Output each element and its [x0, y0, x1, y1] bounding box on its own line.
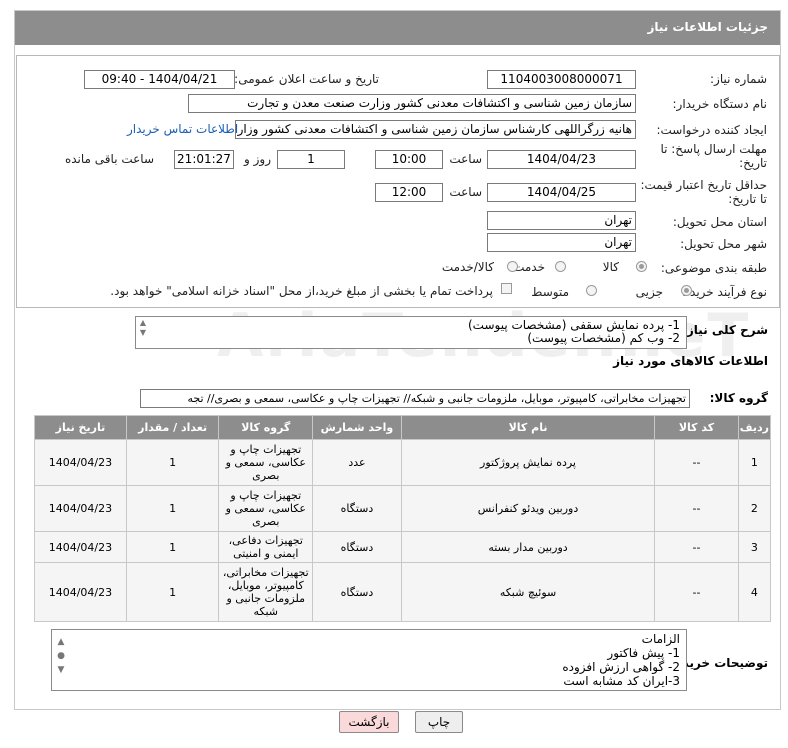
cell-row: 4	[737, 562, 772, 622]
category-radio-service[interactable]	[555, 261, 566, 272]
cell-qty: 1	[125, 485, 220, 532]
notes-line: 2- گواهی ارزش افزوده	[562, 660, 680, 674]
category-label: طبقه بندی موضوعی:	[660, 261, 767, 275]
cell-unit: دستگاه	[312, 531, 402, 563]
requester-field[interactable]: هانیه زرگراللهی کارشناس سازمان زمین شناس…	[235, 120, 636, 139]
process-medium-label: متوسط	[531, 285, 569, 299]
category-radio-goods[interactable]	[636, 261, 647, 272]
details-panel: جزئیات اطلاعات نیاز AriaTender.neT شماره…	[14, 10, 781, 710]
back-button[interactable]: بازگشت	[339, 711, 399, 733]
province-label: استان محل تحویل:	[672, 215, 767, 229]
need-number-field[interactable]: 1104003008000071	[487, 70, 636, 89]
cell-code: --	[654, 531, 739, 563]
table-row[interactable]: 3 -- دوربین مدار بسته دستگاه تجهیزات دفا…	[34, 531, 772, 563]
cell-qty: 1	[125, 439, 220, 486]
cell-row: 3	[737, 531, 772, 563]
table-row[interactable]: 2 -- دوربین ویدئو کنفرانس دستگاه تجهیزات…	[34, 485, 772, 532]
category-goods-service-label: کالا/خدمت	[441, 260, 494, 274]
col-header-qty: تعداد / مقدار	[125, 415, 220, 440]
notes-line: الزامات	[641, 632, 680, 646]
buyer-contact-link[interactable]: اطلاعات تماس خریدار	[127, 122, 238, 136]
treasury-payment-checkbox[interactable]	[501, 283, 512, 294]
col-header-name: نام کالا	[400, 415, 656, 440]
goods-group-label: گروه کالا:	[709, 391, 768, 405]
buyer-notes-textarea[interactable]: الزامات 1- پیش فاکتور 2- گواهی ارزش افزو…	[51, 629, 687, 691]
cell-date: 1404/04/23	[34, 531, 127, 563]
cell-qty: 1	[125, 562, 220, 622]
cell-name: سوئیچ شبکه	[400, 562, 656, 622]
cell-name: دوربین مدار بسته	[400, 531, 656, 563]
cell-unit: دستگاه	[312, 485, 402, 532]
reply-deadline-label-1: مهلت ارسال پاسخ: تا	[660, 142, 767, 156]
scroll-up-icon[interactable]: ▲ ● ▼	[55, 635, 67, 677]
cell-name: پرده نمایش پروژکتور	[400, 439, 656, 486]
buyer-org-field[interactable]: سازمان زمین شناسی و اکتشافات معدنی کشور …	[188, 94, 636, 113]
remaining-label: ساعت باقی مانده	[64, 152, 154, 166]
announce-datetime-field[interactable]: 1404/04/21 - 09:40	[84, 70, 235, 89]
cell-code: --	[654, 485, 739, 532]
cell-group: تجهیزات دفاعی، ایمنی و امنیتی	[218, 531, 314, 563]
city-label: شهر محل تحویل:	[680, 237, 767, 251]
buyer-org-label: نام دستگاه خریدار:	[672, 97, 768, 111]
reply-time-label: ساعت	[449, 152, 482, 166]
goods-table: ردیف کد کالا نام کالا واحد شمارش گروه کا…	[34, 415, 772, 622]
scroll-up-icon[interactable]: ▲ ▼	[137, 318, 149, 338]
cell-date: 1404/04/23	[34, 485, 127, 532]
goods-group-field[interactable]: تجهیزات مخابراتی، کامپیوتر، موبایل، ملزو…	[140, 389, 690, 408]
treasury-payment-note: پرداخت تمام یا بخشی از مبلغ خرید،از محل …	[110, 284, 493, 298]
cell-row: 1	[737, 439, 772, 486]
price-date-field[interactable]: 1404/04/25	[487, 183, 636, 202]
cell-date: 1404/04/23	[34, 562, 127, 622]
print-button[interactable]: چاپ	[415, 711, 463, 733]
table-row[interactable]: 4 -- سوئیچ شبکه دستگاه تجهیزات مخابراتی،…	[34, 562, 772, 622]
goods-info-heading: اطلاعات کالاهای مورد نیاز	[613, 354, 768, 368]
table-row[interactable]: 1 -- پرده نمایش پروژکتور عدد تجهیزات چاپ…	[34, 439, 772, 486]
reply-deadline-label-2: تاریخ:	[739, 156, 767, 170]
cell-date: 1404/04/23	[34, 439, 127, 486]
description-textarea[interactable]: 1- پرده نمایش سقفی (مشخصات پیوست) 2- وب …	[135, 316, 687, 349]
remaining-time-field[interactable]: 21:01:27	[174, 150, 234, 169]
process-radio-minor[interactable]	[681, 285, 692, 296]
cell-code: --	[654, 562, 739, 622]
cell-name: دوربین ویدئو کنفرانس	[400, 485, 656, 532]
description-line: 2- وب کم (مشخصات پیوست)	[527, 331, 680, 345]
notes-line: 3-ایران کد مشابه است	[563, 674, 680, 688]
cell-qty: 1	[125, 531, 220, 563]
cell-unit: عدد	[312, 439, 402, 486]
days-and-label: روز و	[244, 152, 271, 166]
col-header-row: ردیف	[737, 415, 772, 440]
price-validity-label-2: تا تاریخ:	[728, 192, 767, 206]
city-field[interactable]: تهران	[487, 233, 636, 252]
page-title: جزئیات اطلاعات نیاز	[15, 11, 780, 45]
process-radio-medium[interactable]	[586, 285, 597, 296]
announce-datetime-label: تاریخ و ساعت اعلان عمومی:	[234, 72, 379, 86]
category-goods-label: کالا	[602, 260, 619, 274]
cell-code: --	[654, 439, 739, 486]
col-header-date: تاریخ نیاز	[34, 415, 127, 440]
reply-date-field[interactable]: 1404/04/23	[487, 150, 636, 169]
process-minor-label: جزیی	[635, 285, 663, 299]
cell-group: تجهیزات چاپ و عکاسی، سمعی و بصری	[218, 439, 314, 486]
col-header-code: کد کالا	[654, 415, 739, 440]
cell-group: تجهیزات چاپ و عکاسی، سمعی و بصری	[218, 485, 314, 532]
process-type-label: نوع فرآیند خرید :	[682, 285, 767, 299]
cell-row: 2	[737, 485, 772, 532]
col-header-unit: واحد شمارش	[312, 415, 402, 440]
reply-time-field[interactable]: 10:00	[375, 150, 443, 169]
province-field[interactable]: تهران	[487, 211, 636, 230]
cell-group: تجهیزات مخابراتی، کامپیوتر، موبایل، ملزو…	[218, 562, 314, 622]
col-header-group: گروه کالا	[218, 415, 314, 440]
reply-days-field[interactable]: 1	[277, 150, 345, 169]
price-time-field[interactable]: 12:00	[375, 183, 443, 202]
price-time-label: ساعت	[449, 185, 482, 199]
description-label: شرح کلی نیاز:	[682, 323, 768, 337]
cell-unit: دستگاه	[312, 562, 402, 622]
need-number-label: شماره نیاز:	[710, 72, 767, 86]
notes-line: 1- پیش فاکتور	[607, 646, 680, 660]
requester-label: ایجاد کننده درخواست:	[656, 123, 767, 137]
table-header-row: ردیف کد کالا نام کالا واحد شمارش گروه کا…	[34, 415, 772, 440]
category-radio-goods-service[interactable]	[507, 261, 518, 272]
price-validity-label-1: حداقل تاریخ اعتبار قیمت:	[640, 178, 767, 192]
need-info-form: AriaTender.neT شماره نیاز: 1104003008000…	[16, 55, 780, 371]
